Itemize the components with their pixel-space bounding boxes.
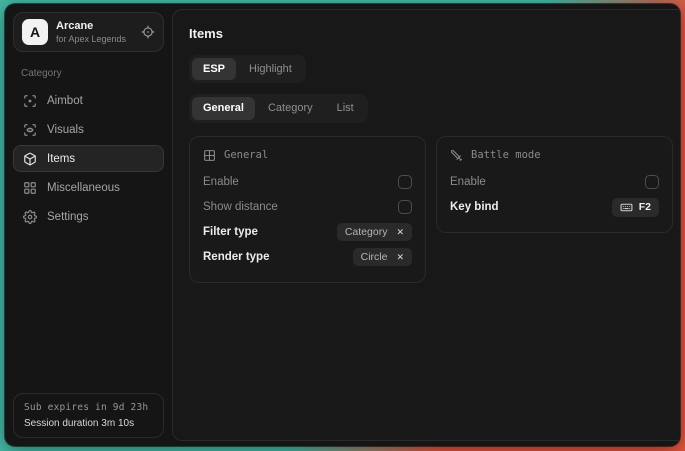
page-title: Items — [189, 26, 673, 41]
sidebar-item-label: Miscellaneous — [47, 182, 120, 194]
sidebar-item-aimbot[interactable]: Aimbot — [13, 87, 164, 114]
enable-checkbox[interactable] — [398, 175, 412, 189]
grid-border-icon — [203, 149, 216, 162]
setting-row-key-bind: Key bind F2 — [450, 195, 659, 220]
tab-list[interactable]: List — [326, 97, 365, 119]
brand-card: A Arcane for Apex Legends — [13, 12, 164, 52]
desktop-background: A Arcane for Apex Legends Category Aimbo… — [0, 0, 685, 451]
sub-tabs: General Category List — [189, 94, 368, 122]
keyboard-icon — [620, 201, 633, 214]
tab-esp[interactable]: ESP — [192, 58, 236, 80]
setting-row-filter-type: Filter type Category ✕ — [203, 220, 412, 245]
app-subtitle: for Apex Legends — [56, 34, 126, 45]
sidebar-category-label: Category — [21, 68, 156, 79]
chip-value: Category — [345, 226, 388, 238]
sidebar-item-visuals[interactable]: Visuals — [13, 116, 164, 143]
settings-panels: General Enable Show distance Filter type — [189, 136, 673, 283]
show-distance-checkbox[interactable] — [398, 200, 412, 214]
chip-remove-icon[interactable]: ✕ — [396, 228, 404, 237]
key-bind-button[interactable]: F2 — [612, 198, 659, 217]
general-panel: General Enable Show distance Filter type — [189, 136, 426, 283]
setting-label: Enable — [203, 176, 239, 188]
setting-label: Key bind — [450, 201, 499, 213]
setting-row-enable: Enable — [203, 170, 412, 195]
filter-type-select-chip[interactable]: Category ✕ — [337, 223, 412, 241]
layout-grid-icon — [23, 181, 37, 195]
brand-text: Arcane for Apex Legends — [56, 20, 126, 45]
app-name: Arcane — [56, 20, 126, 33]
tab-general[interactable]: General — [192, 97, 255, 119]
main-area: Items ESP Highlight General Category Lis… — [172, 4, 680, 446]
gear-icon — [23, 210, 37, 224]
mode-tab-row: ESP Highlight — [189, 55, 673, 83]
sidebar-item-settings[interactable]: Settings — [13, 203, 164, 230]
setting-label: Show distance — [203, 201, 278, 213]
battle-mode-panel-header: Battle mode — [450, 149, 659, 162]
setting-label: Enable — [450, 176, 486, 188]
render-type-select-chip[interactable]: Circle ✕ — [353, 248, 412, 266]
app-window: A Arcane for Apex Legends Category Aimbo… — [5, 4, 680, 446]
subscription-info-card: Sub expires in 9d 23h Session duration 3… — [13, 393, 164, 438]
sidebar-item-label: Aimbot — [47, 95, 83, 107]
sword-icon — [450, 149, 463, 162]
battle-enable-checkbox[interactable] — [645, 175, 659, 189]
sidebar-item-label: Visuals — [47, 124, 84, 136]
crosshair-target-icon[interactable] — [141, 25, 155, 39]
sub-expires-text: Sub expires in 9d 23h — [24, 402, 153, 413]
sidebar-nav: Aimbot Visuals Items — [13, 87, 164, 230]
battle-mode-panel: Battle mode Enable Key bind — [436, 136, 673, 233]
setting-label: Filter type — [203, 226, 258, 238]
tab-category[interactable]: Category — [257, 97, 324, 119]
sidebar: A Arcane for Apex Legends Category Aimbo… — [5, 4, 172, 446]
sidebar-item-label: Settings — [47, 211, 89, 223]
package-box-icon — [23, 152, 37, 166]
mode-tabs: ESP Highlight — [189, 55, 306, 83]
setting-row-render-type: Render type Circle ✕ — [203, 245, 412, 270]
aimbot-crosshair-icon — [23, 94, 37, 108]
sub-tab-row: General Category List — [189, 94, 673, 122]
sidebar-item-miscellaneous[interactable]: Miscellaneous — [13, 174, 164, 201]
sidebar-item-items[interactable]: Items — [13, 145, 164, 172]
tab-highlight[interactable]: Highlight — [238, 58, 303, 80]
scan-eye-icon — [23, 123, 37, 137]
chip-value: Circle — [361, 251, 388, 263]
setting-row-battle-enable: Enable — [450, 170, 659, 195]
sidebar-item-label: Items — [47, 153, 75, 165]
session-duration-text: Session duration 3m 10s — [24, 418, 153, 429]
chip-remove-icon[interactable]: ✕ — [396, 253, 404, 262]
general-panel-header: General — [203, 149, 412, 162]
setting-row-show-distance: Show distance — [203, 195, 412, 220]
battle-mode-panel-title: Battle mode — [471, 149, 541, 161]
main-panel: Items ESP Highlight General Category Lis… — [172, 9, 680, 441]
app-logo: A — [22, 19, 48, 45]
setting-label: Render type — [203, 251, 269, 263]
key-bind-value: F2 — [639, 201, 651, 213]
general-panel-title: General — [224, 149, 268, 161]
